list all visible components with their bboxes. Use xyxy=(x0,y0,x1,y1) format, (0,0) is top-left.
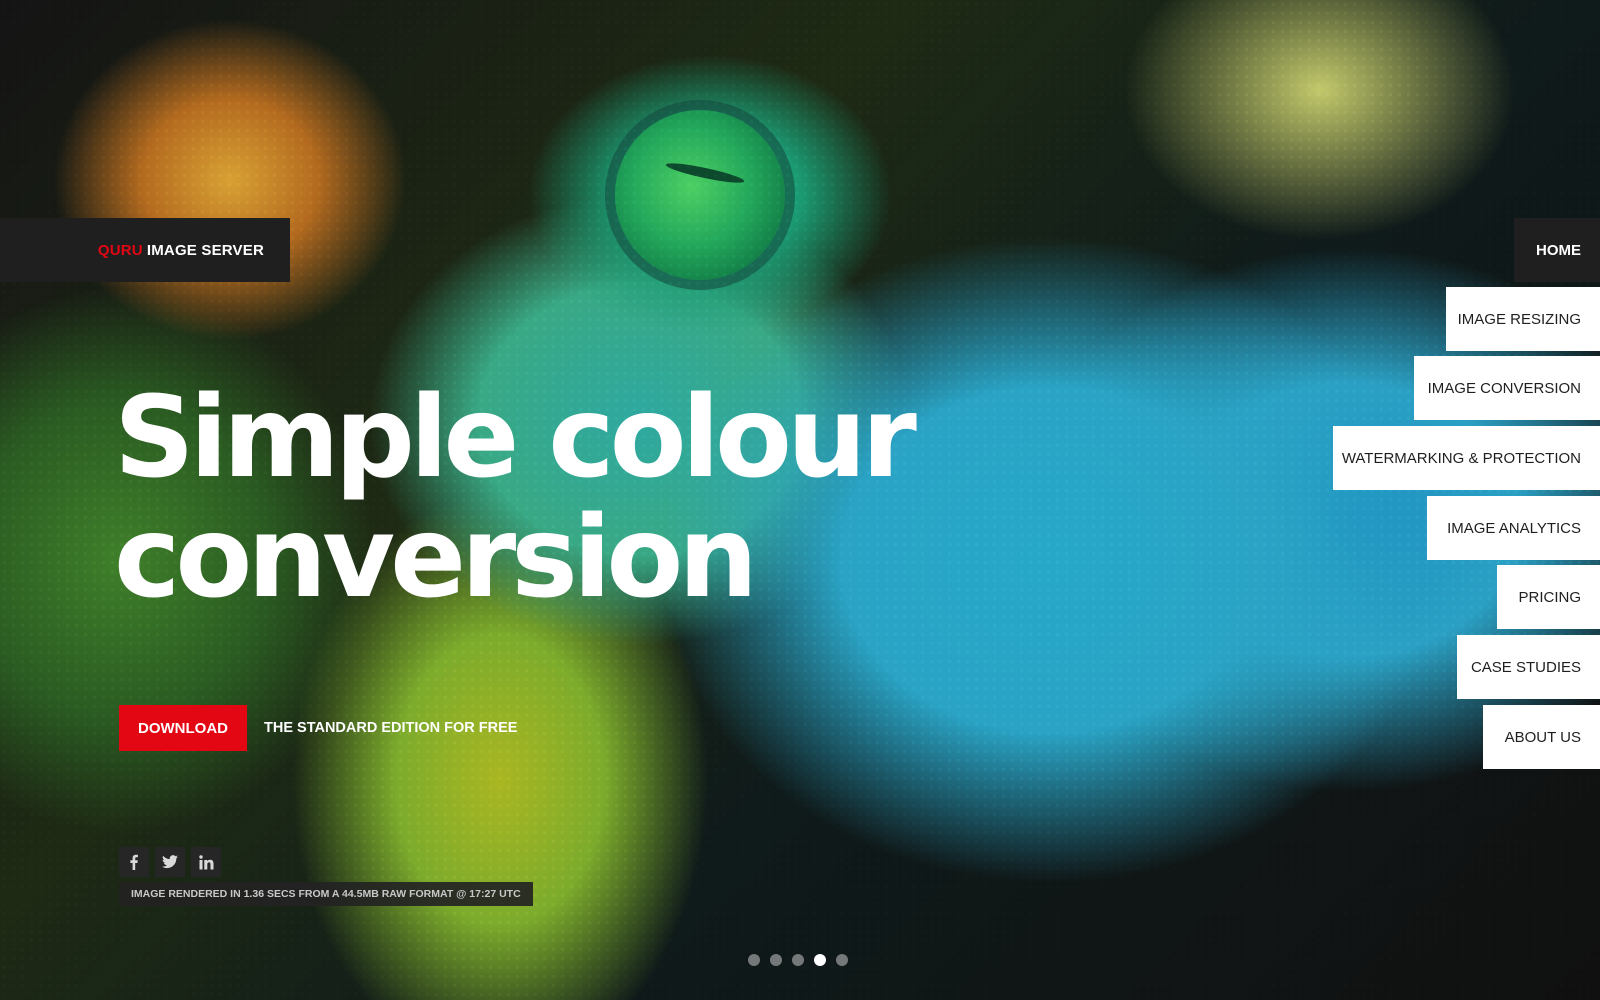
facebook-button[interactable] xyxy=(119,847,149,877)
download-button[interactable]: DOWNLOAD xyxy=(119,705,247,751)
linkedin-button[interactable] xyxy=(191,847,221,877)
slider-pagination xyxy=(748,954,848,966)
headline-line-2: conversion xyxy=(114,493,758,623)
nav-item-home[interactable]: HOME xyxy=(1514,218,1600,282)
twitter-icon xyxy=(162,855,178,869)
facebook-icon xyxy=(130,854,138,870)
slider-dot-active[interactable] xyxy=(814,954,826,966)
social-links xyxy=(119,847,221,877)
linkedin-icon xyxy=(198,854,213,869)
nav-item-image-resizing[interactable]: IMAGE RESIZING xyxy=(1446,287,1600,351)
render-info-label: IMAGE RENDERED IN 1.36 SECS FROM A 44.5M… xyxy=(119,882,533,906)
slider-dot[interactable] xyxy=(748,954,760,966)
slider-dot[interactable] xyxy=(792,954,804,966)
nav-item-image-analytics[interactable]: IMAGE ANALYTICS xyxy=(1427,496,1600,560)
twitter-button[interactable] xyxy=(155,847,185,877)
slider-dot[interactable] xyxy=(836,954,848,966)
site-logo[interactable]: QURU IMAGE SERVER xyxy=(0,218,290,282)
nav-item-about-us[interactable]: ABOUT US xyxy=(1483,705,1600,769)
hero-page: QURU IMAGE SERVER HOME IMAGE RESIZING IM… xyxy=(0,0,1600,1000)
cta-note: THE STANDARD EDITION FOR FREE xyxy=(264,720,518,736)
nav-item-watermarking-protection[interactable]: WATERMARKING & PROTECTION xyxy=(1333,426,1600,490)
hero-headline: Simple colour conversion xyxy=(114,378,1014,618)
headline-line-1: Simple colour xyxy=(114,373,917,503)
cta-row: DOWNLOAD THE STANDARD EDITION FOR FREE xyxy=(119,705,517,751)
logo-brand-white: IMAGE SERVER xyxy=(146,241,264,259)
nav-item-case-studies[interactable]: CASE STUDIES xyxy=(1457,635,1600,699)
logo-brand-red: QURU xyxy=(97,241,143,259)
nav-item-image-conversion[interactable]: IMAGE CONVERSION xyxy=(1414,356,1600,420)
nav-item-pricing[interactable]: PRICING xyxy=(1497,565,1600,629)
slider-dot[interactable] xyxy=(770,954,782,966)
